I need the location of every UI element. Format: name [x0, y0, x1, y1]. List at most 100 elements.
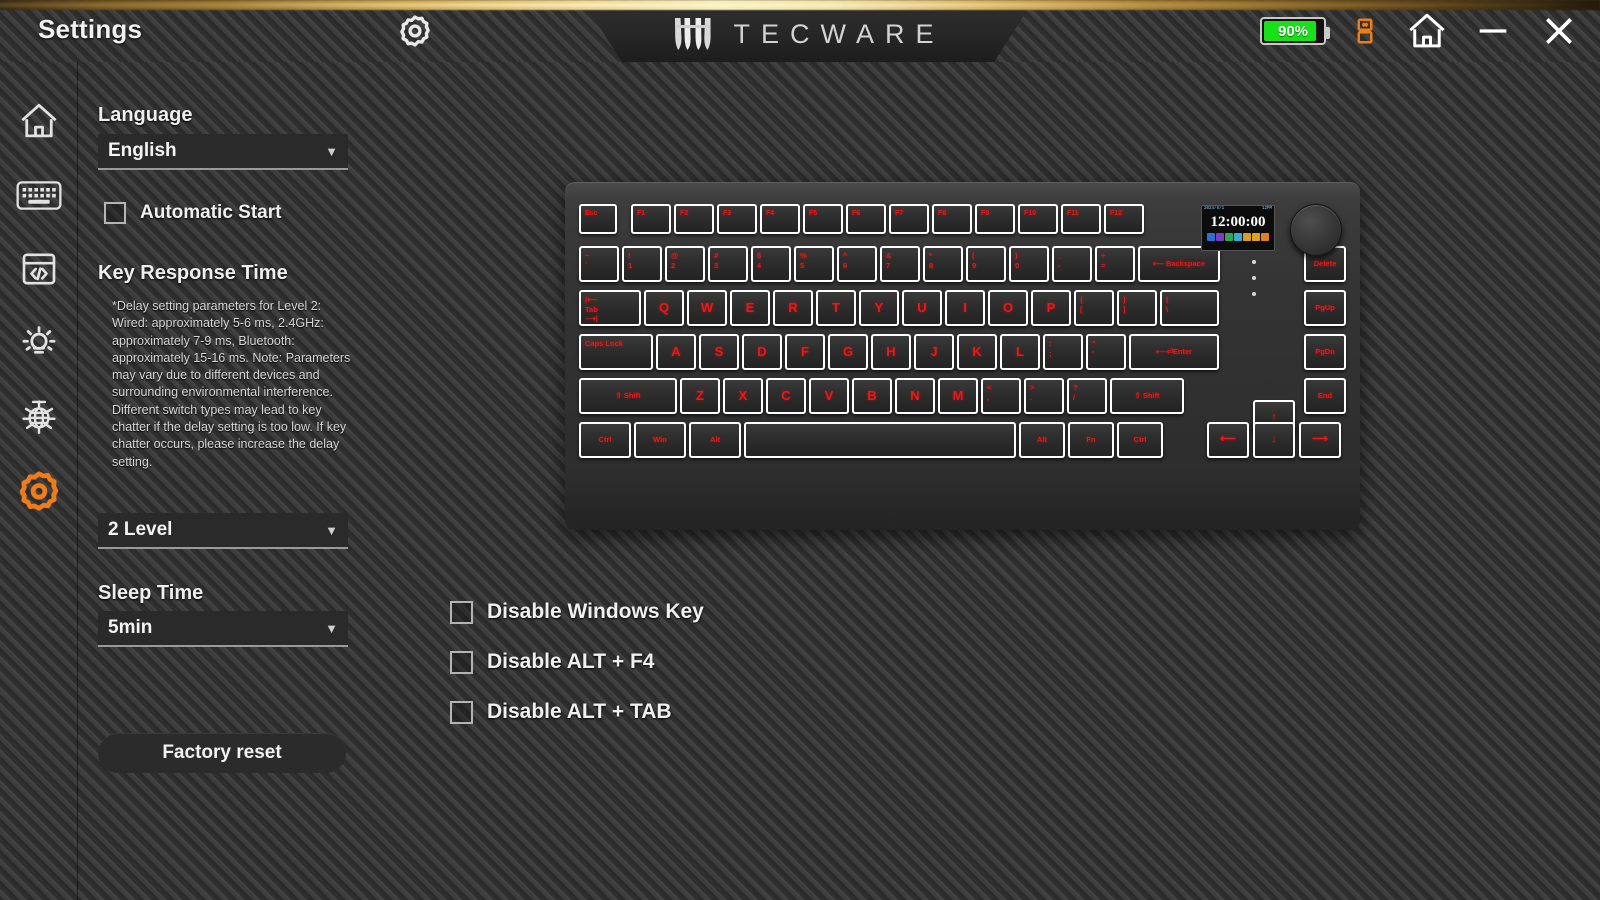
- keyboard-key[interactable]: : ;: [1043, 334, 1083, 370]
- keyboard-key[interactable]: F12: [1104, 204, 1144, 234]
- keyboard-key[interactable]: ⇧ Shift: [1110, 378, 1184, 414]
- keyboard-key[interactable]: D: [742, 334, 782, 370]
- keyboard-key[interactable]: F4: [760, 204, 800, 234]
- keyboard-key[interactable]: Esc: [579, 204, 617, 234]
- keyboard-key[interactable]: N: [895, 378, 935, 414]
- keyboard-key[interactable]: Y: [859, 290, 899, 326]
- keyboard-key[interactable]: % 5: [794, 246, 834, 282]
- keyboard-key[interactable]: Fn: [1068, 422, 1114, 458]
- keyboard-preview[interactable]: Esc F1 F2 F3 F4 F5 F6 F7 F8 F9 F10 F11 F12 ~ ` ! 1 @ 2 #…: [565, 182, 1360, 530]
- sidebar-item-settings[interactable]: [0, 454, 78, 528]
- keyboard-key[interactable]: A: [656, 334, 696, 370]
- keyboard-key[interactable]: > .: [1024, 378, 1064, 414]
- keyboard-key[interactable]: _ -: [1052, 246, 1092, 282]
- key-response-level-select[interactable]: 2 Level ▼: [98, 513, 348, 549]
- keyboard-key[interactable]: L: [1000, 334, 1040, 370]
- sidebar-item-keyboard[interactable]: [0, 158, 78, 232]
- keyboard-key[interactable]: F6: [846, 204, 886, 234]
- sidebar-item-home[interactable]: [0, 84, 78, 158]
- close-button[interactable]: [1536, 8, 1582, 54]
- keyboard-arrow-key[interactable]: ⟵: [1207, 422, 1249, 458]
- keyboard-key[interactable]: Win: [634, 422, 686, 458]
- keyboard-key[interactable]: Alt: [689, 422, 741, 458]
- keyboard-key[interactable]: { [: [1074, 290, 1114, 326]
- keyboard-key[interactable]: T: [816, 290, 856, 326]
- keyboard-key[interactable]: + =: [1095, 246, 1135, 282]
- keyboard-arrow-key[interactable]: ↓: [1253, 422, 1295, 458]
- keyboard-key[interactable]: W: [687, 290, 727, 326]
- keyboard-key[interactable]: @ 2: [665, 246, 705, 282]
- keyboard-key[interactable]: J: [914, 334, 954, 370]
- keyboard-key[interactable]: } ]: [1117, 290, 1157, 326]
- automatic-start-checkbox[interactable]: [104, 202, 126, 224]
- keyboard-key[interactable]: * 8: [923, 246, 963, 282]
- keyboard-key[interactable]: F10: [1018, 204, 1058, 234]
- keyboard-key[interactable]: Alt: [1019, 422, 1065, 458]
- keyboard-key[interactable]: F3: [717, 204, 757, 234]
- keyboard-key[interactable]: Ctrl: [579, 422, 631, 458]
- keyboard-key[interactable]: F2: [674, 204, 714, 234]
- keyboard-key[interactable]: PgDn: [1304, 334, 1346, 370]
- header-gear-icon[interactable]: [396, 12, 434, 50]
- keyboard-key[interactable]: [744, 422, 1016, 458]
- option-row[interactable]: Disable ALT + TAB: [450, 700, 704, 724]
- keyboard-key[interactable]: H: [871, 334, 911, 370]
- keyboard-key[interactable]: G: [828, 334, 868, 370]
- keyboard-key[interactable]: # 3: [708, 246, 748, 282]
- factory-reset-button[interactable]: Factory reset: [98, 733, 346, 773]
- disable-windows-key-checkbox[interactable]: [450, 600, 473, 624]
- keyboard-key[interactable]: ⟵⏎Enter: [1129, 334, 1219, 370]
- volume-knob[interactable]: [1290, 204, 1342, 256]
- keyboard-key[interactable]: < ,: [981, 378, 1021, 414]
- sidebar-item-macro[interactable]: [0, 232, 78, 306]
- keyboard-arrow-key[interactable]: ⟶: [1299, 422, 1341, 458]
- keyboard-key[interactable]: E: [730, 290, 770, 326]
- keyboard-key[interactable]: Q: [644, 290, 684, 326]
- option-row[interactable]: Disable ALT + F4: [450, 650, 704, 674]
- usb-dongle-icon[interactable]: [1346, 12, 1384, 50]
- option-row[interactable]: Disable Windows Key: [450, 600, 704, 624]
- keyboard-key[interactable]: | \: [1160, 290, 1219, 326]
- keyboard-key[interactable]: O: [988, 290, 1028, 326]
- keyboard-key[interactable]: X: [723, 378, 763, 414]
- keyboard-key[interactable]: I: [945, 290, 985, 326]
- keyboard-key[interactable]: F11: [1061, 204, 1101, 234]
- keyboard-key[interactable]: C: [766, 378, 806, 414]
- minimize-button[interactable]: [1470, 8, 1516, 54]
- keyboard-key[interactable]: S: [699, 334, 739, 370]
- keyboard-key[interactable]: F: [785, 334, 825, 370]
- keyboard-key[interactable]: ) 0: [1009, 246, 1049, 282]
- automatic-start-row[interactable]: Automatic Start: [104, 202, 281, 224]
- disable-alt-f4-checkbox[interactable]: [450, 650, 473, 674]
- keyboard-key[interactable]: F1: [631, 204, 671, 234]
- keyboard-key[interactable]: P: [1031, 290, 1071, 326]
- keyboard-key[interactable]: & 7: [880, 246, 920, 282]
- keyboard-key[interactable]: $ 4: [751, 246, 791, 282]
- keyboard-key[interactable]: B: [852, 378, 892, 414]
- keyboard-key[interactable]: ⟵ Backspace: [1138, 246, 1220, 282]
- keyboard-key[interactable]: |⟵ Tab ⟶|: [579, 290, 641, 326]
- keyboard-key[interactable]: F7: [889, 204, 929, 234]
- keyboard-key[interactable]: V: [809, 378, 849, 414]
- disable-alt-tab-checkbox[interactable]: [450, 700, 473, 724]
- keyboard-key[interactable]: M: [938, 378, 978, 414]
- keyboard-key[interactable]: PgUp: [1304, 290, 1346, 326]
- keyboard-key[interactable]: F8: [932, 204, 972, 234]
- keyboard-key[interactable]: ^ 6: [837, 246, 877, 282]
- keyboard-key[interactable]: Z: [680, 378, 720, 414]
- keyboard-key[interactable]: F5: [803, 204, 843, 234]
- keyboard-key[interactable]: End: [1304, 378, 1346, 414]
- keyboard-key[interactable]: ~ `: [579, 246, 619, 282]
- keyboard-key[interactable]: ? /: [1067, 378, 1107, 414]
- keyboard-key[interactable]: F9: [975, 204, 1015, 234]
- sidebar-item-lighting[interactable]: [0, 306, 78, 380]
- keyboard-key[interactable]: ⇧ Shift: [579, 378, 677, 414]
- keyboard-key[interactable]: ( 9: [966, 246, 1006, 282]
- keyboard-key[interactable]: R: [773, 290, 813, 326]
- keyboard-key[interactable]: K: [957, 334, 997, 370]
- keyboard-key[interactable]: Caps Lock: [579, 334, 653, 370]
- keyboard-key[interactable]: " ': [1086, 334, 1126, 370]
- home-button[interactable]: [1404, 8, 1450, 54]
- sidebar-item-effects[interactable]: [0, 380, 78, 454]
- sleep-time-select[interactable]: 5min ▼: [98, 611, 348, 647]
